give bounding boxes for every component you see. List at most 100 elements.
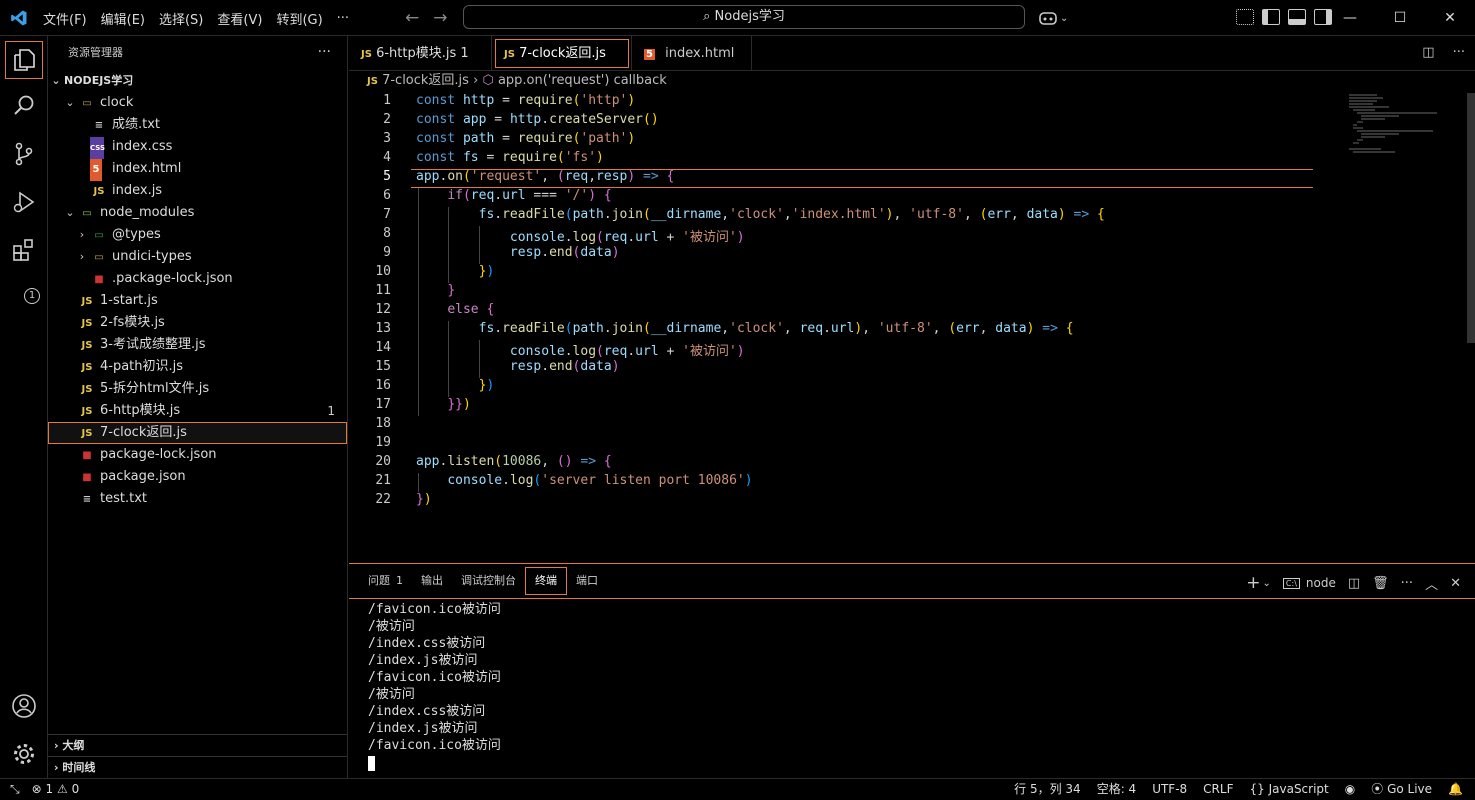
- terminal-line: /被访问: [368, 619, 415, 634]
- terminal-output[interactable]: /favicon.ico被访问/被访问/index.css被访问/index.j…: [349, 598, 1475, 779]
- tree-item[interactable]: JS 6-http模块.js 1: [48, 400, 347, 422]
- more-actions-icon[interactable]: ···: [318, 44, 331, 60]
- more-actions-icon[interactable]: ···: [1401, 576, 1413, 591]
- notifications-icon[interactable]: 🔔: [1448, 779, 1463, 800]
- tree-item[interactable]: JS 5-拆分html文件.js: [48, 378, 347, 400]
- tree-item[interactable]: ■ package.json: [48, 466, 347, 488]
- maximize-icon[interactable]: ☐: [1375, 0, 1425, 36]
- tree-item[interactable]: JS 7-clock返回.js: [48, 422, 347, 444]
- problems-status[interactable]: ⊗ 1 ⚠ 0: [32, 779, 80, 800]
- terminal-line: /index.css被访问: [368, 636, 486, 651]
- breadcrumb-file[interactable]: 7-clock返回.js: [382, 73, 469, 88]
- menu-go[interactable]: 转到(G): [269, 9, 329, 28]
- tree-item[interactable]: › ▭ @types: [48, 224, 347, 246]
- tree-item[interactable]: ⌄ ▭ clock: [48, 92, 347, 114]
- toggle-sidebar-icon[interactable]: [1262, 9, 1280, 25]
- timeline-section[interactable]: › 时间线: [48, 756, 347, 778]
- line-number: 13: [375, 321, 391, 336]
- copilot-button[interactable]: ⌄: [1038, 0, 1068, 36]
- account-icon: [12, 694, 36, 718]
- code-line-22: }): [416, 492, 432, 507]
- chevron-right-icon: ›: [79, 250, 85, 263]
- forward-arrow-icon[interactable]: →: [433, 8, 447, 28]
- customize-layout-icon[interactable]: [1236, 9, 1254, 25]
- chevron-right-icon: ›: [54, 739, 59, 752]
- tree-item[interactable]: ≡ 成绩.txt: [48, 114, 347, 136]
- go-live-button[interactable]: ⦿ Go Live: [1371, 779, 1432, 800]
- js-file-icon: JS: [81, 318, 93, 329]
- tab-7-clock[interactable]: JS 7-clock返回.js: [492, 36, 632, 71]
- tree-item[interactable]: JS 4-path初识.js: [48, 356, 347, 378]
- menu-edit[interactable]: 编辑(E): [94, 9, 152, 28]
- tree-item[interactable]: 5 index.html: [48, 158, 347, 181]
- split-editor-icon[interactable]: ◫: [1422, 45, 1434, 60]
- accounts-button[interactable]: [0, 682, 48, 730]
- explorer-button[interactable]: [0, 36, 48, 84]
- tab-terminal[interactable]: 终端: [525, 567, 567, 595]
- tab-output[interactable]: 输出: [412, 564, 452, 598]
- editor-scrollbar[interactable]: [1467, 93, 1475, 343]
- more-actions-icon[interactable]: ···: [1453, 45, 1465, 60]
- tree-item-label: 5-拆分html文件.js: [100, 381, 210, 396]
- line-number: 22: [375, 492, 391, 507]
- tree-item[interactable]: JS 2-fs模块.js: [48, 312, 347, 334]
- chevron-right-icon: ›: [54, 761, 59, 774]
- maximize-panel-icon[interactable]: ︿: [1425, 574, 1438, 593]
- tree-item[interactable]: ⌄ ▭ node_modules: [48, 202, 347, 224]
- trash-icon[interactable]: 🗑: [1372, 576, 1389, 591]
- code-line-8: console.log(req.url + '被访问'): [509, 230, 745, 245]
- back-arrow-icon[interactable]: ←: [405, 8, 419, 28]
- search-view-button[interactable]: [0, 82, 48, 130]
- copilot-status-icon[interactable]: ◉: [1345, 779, 1355, 800]
- terminal-name[interactable]: node: [1306, 576, 1336, 590]
- tree-item[interactable]: JS index.js: [48, 180, 347, 202]
- new-terminal-icon[interactable]: +: [1246, 573, 1260, 593]
- outline-section[interactable]: › 大纲: [48, 734, 347, 756]
- minimap[interactable]: [1347, 93, 1467, 153]
- tree-item[interactable]: CSS index.css: [48, 136, 347, 159]
- line-number: 10: [375, 264, 391, 279]
- problems-count-badge: 1: [396, 574, 403, 587]
- tree-item[interactable]: JS 1-start.js: [48, 290, 347, 312]
- menu-view[interactable]: 查看(V): [210, 9, 269, 28]
- menu-selection[interactable]: 选择(S): [152, 9, 210, 28]
- run-debug-button[interactable]: [0, 178, 48, 226]
- tab-index-html[interactable]: 5 index.html: [632, 36, 752, 71]
- cursor-position[interactable]: 行 5，列 34: [1014, 779, 1081, 800]
- encoding[interactable]: UTF-8: [1152, 779, 1187, 800]
- tab-ports[interactable]: 端口: [567, 564, 607, 598]
- close-icon[interactable]: ✕: [1425, 0, 1475, 36]
- code-editor[interactable]: 1 2 3 4 5 6 7 8 9 10 11 12 13 14 15 16 17 18 19 20 21 22 cons…: [349, 93, 1475, 563]
- code-line-17: }}): [447, 397, 471, 412]
- menu-more[interactable]: ···: [330, 11, 356, 26]
- command-center-search[interactable]: ⌕ Nodejs学习: [463, 5, 1025, 29]
- tab-problems[interactable]: 问题 1: [359, 564, 412, 598]
- tree-item[interactable]: ≡ test.txt: [48, 488, 347, 510]
- indentation[interactable]: 空格: 4: [1097, 779, 1137, 800]
- code-line-15: resp.end(data): [509, 359, 620, 374]
- close-panel-icon[interactable]: ✕: [1450, 576, 1461, 591]
- activity-bar: 1: [0, 36, 48, 778]
- source-control-button[interactable]: [0, 130, 48, 178]
- menu-file[interactable]: 文件(F): [36, 9, 94, 28]
- end-of-line[interactable]: CRLF: [1203, 779, 1233, 800]
- extensions-button[interactable]: [0, 226, 48, 274]
- chevron-down-icon[interactable]: ⌄: [1263, 578, 1271, 589]
- braces-icon: {}: [1249, 782, 1265, 796]
- split-terminal-icon[interactable]: ◫: [1348, 576, 1360, 591]
- tab-6-http[interactable]: JS 6-http模块.js 1: [349, 36, 492, 71]
- tree-item[interactable]: ■ .package-lock.json: [48, 268, 347, 290]
- workspace-root[interactable]: ⌄ NODEJS学习: [48, 70, 347, 92]
- terminal-line: /被访问: [368, 687, 415, 702]
- tab-debug-console[interactable]: 调试控制台: [452, 564, 525, 598]
- manage-button[interactable]: [0, 730, 48, 778]
- tree-item[interactable]: › ▭ undici-types: [48, 246, 347, 268]
- tree-item[interactable]: ■ package-lock.json: [48, 444, 347, 466]
- line-number: 21: [375, 473, 391, 488]
- remote-icon[interactable]: ⤡: [10, 779, 20, 800]
- toggle-panel-icon[interactable]: [1288, 9, 1306, 25]
- language-mode[interactable]: {} JavaScript: [1249, 779, 1328, 800]
- minimize-icon[interactable]: —: [1325, 0, 1375, 36]
- breadcrumb-symbol[interactable]: app.on('request') callback: [498, 73, 667, 88]
- tree-item[interactable]: JS 3-考试成绩整理.js: [48, 334, 347, 356]
